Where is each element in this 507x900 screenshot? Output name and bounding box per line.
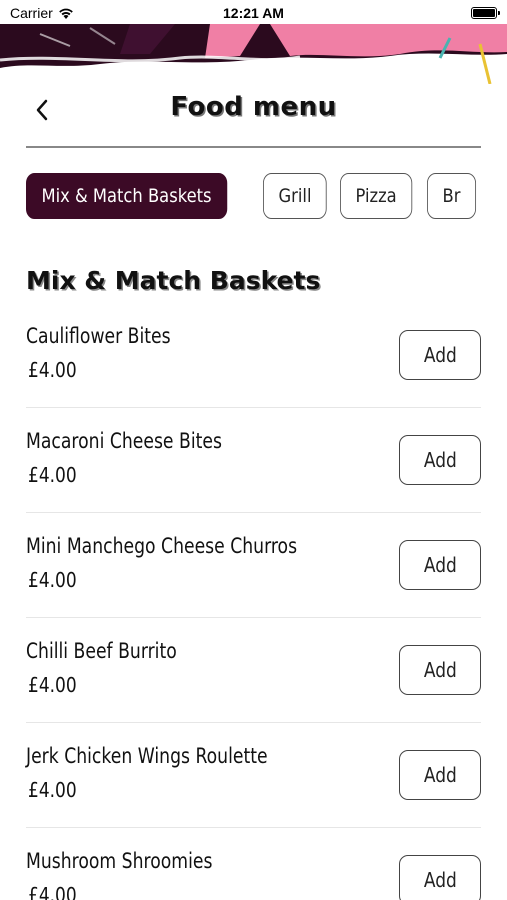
tab-pizza[interactable]: Pizza — [340, 173, 413, 219]
item-price: £4.00 — [28, 883, 77, 900]
item-price: £4.00 — [28, 358, 77, 382]
add-button[interactable]: Add — [399, 645, 481, 695]
add-button-label: Add — [423, 343, 457, 367]
item-price: £4.00 — [28, 778, 77, 802]
item-name: Mushroom Shroomies — [26, 849, 213, 873]
menu-item: Jerk Chicken Wings Roulette £4.00 Add — [26, 723, 481, 828]
menu-item: Cauliflower Bites £4.00 Add — [26, 303, 481, 408]
battery-icon — [471, 7, 500, 19]
item-name: Macaroni Cheese Bites — [26, 429, 222, 453]
add-button-label: Add — [423, 868, 457, 892]
status-bar: Carrier 12:21 AM — [0, 0, 507, 26]
header-banner — [0, 24, 507, 84]
menu-list: Cauliflower Bites £4.00 Add Macaroni Che… — [26, 303, 481, 900]
page-title: Food menu — [170, 92, 337, 122]
item-name: Jerk Chicken Wings Roulette — [26, 744, 268, 768]
menu-item: Macaroni Cheese Bites £4.00 Add — [26, 408, 481, 513]
add-button[interactable]: Add — [399, 330, 481, 380]
item-price: £4.00 — [28, 463, 77, 487]
add-button-label: Add — [423, 658, 457, 682]
status-time: 12:21 AM — [223, 5, 284, 21]
section-title: Mix & Match Baskets — [26, 266, 321, 295]
header-divider — [26, 146, 481, 148]
menu-item: Chilli Beef Burrito £4.00 Add — [26, 618, 481, 723]
add-button-label: Add — [423, 763, 457, 787]
add-button-label: Add — [423, 448, 457, 472]
add-button-label: Add — [423, 553, 457, 577]
item-name: Cauliflower Bites — [26, 324, 171, 348]
item-price: £4.00 — [28, 568, 77, 592]
menu-item: Mushroom Shroomies £4.00 Add — [26, 828, 481, 900]
category-tabs: Mix & Match Baskets Grill Pizza Br — [26, 173, 481, 219]
item-name: Mini Manchego Cheese Churros — [26, 534, 298, 558]
add-button[interactable]: Add — [399, 750, 481, 800]
add-button[interactable]: Add — [399, 855, 481, 900]
add-button[interactable]: Add — [399, 435, 481, 485]
tab-br[interactable]: Br — [427, 173, 476, 219]
add-button[interactable]: Add — [399, 540, 481, 590]
menu-item: Mini Manchego Cheese Churros £4.00 Add — [26, 513, 481, 618]
item-name: Chilli Beef Burrito — [26, 639, 177, 663]
tab-grill[interactable]: Grill — [262, 173, 327, 219]
tab-mix-match-baskets[interactable]: Mix & Match Baskets — [26, 173, 228, 219]
item-price: £4.00 — [28, 673, 77, 697]
